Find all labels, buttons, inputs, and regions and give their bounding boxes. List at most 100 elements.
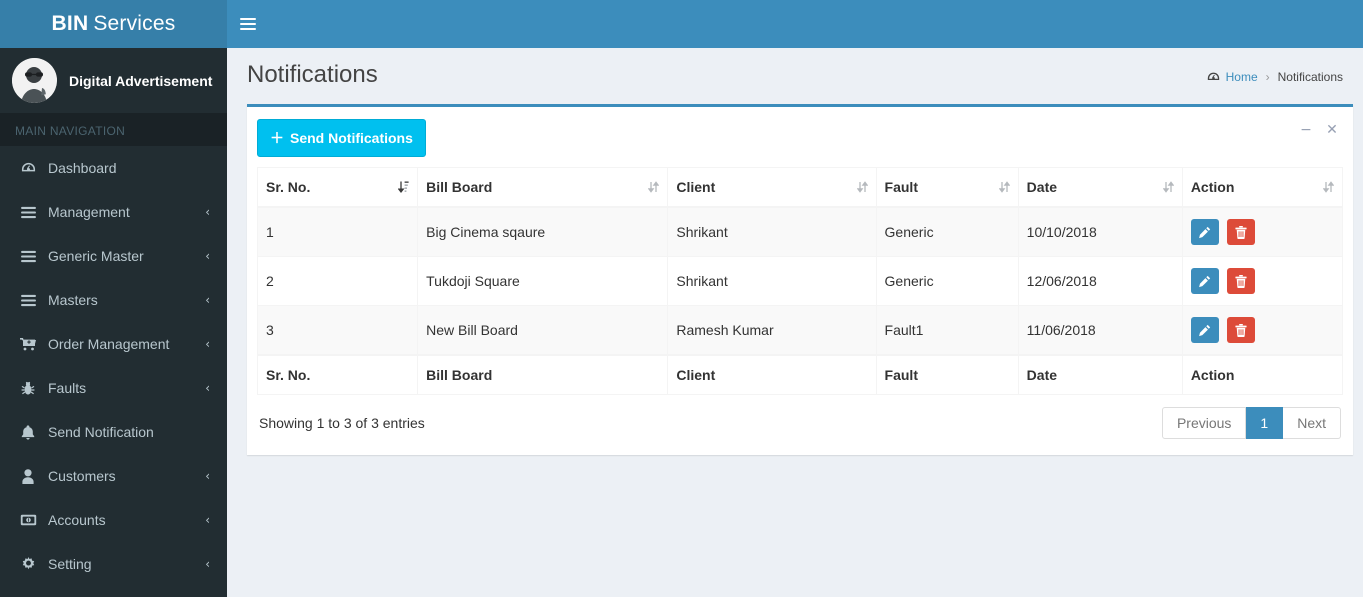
table-footer-row: Sr. No. Bill Board Client Fault Date Act… [256, 354, 1344, 395]
footer-action: Action [1181, 354, 1344, 395]
table-footer-bar: Showing 1 to 3 of 3 entries Previous 1 N… [257, 395, 1343, 443]
edit-icon[interactable] [1190, 219, 1219, 245]
column-header-action[interactable]: Action [1181, 167, 1344, 208]
page-title: Notifications [247, 61, 378, 88]
sidebar-item-setting[interactable]: Setting ‹ [0, 542, 227, 586]
column-label: Fault [884, 179, 918, 195]
hamburger-icon[interactable] [227, 0, 269, 48]
pagination-previous[interactable]: Previous [1161, 407, 1247, 439]
main-area: Notifications Home › Notifications ＋ Sen… [227, 0, 1363, 597]
table-head: Sr. No. Bill Board Client Fault Date Act… [256, 167, 1344, 208]
sidebar-item-dashboard[interactable]: Dashboard [0, 146, 227, 190]
sidebar-item-send-notification[interactable]: Send Notification [0, 410, 227, 454]
sidebar-item-generic-master[interactable]: Generic Master ‹ [0, 234, 227, 278]
sidebar-item-management[interactable]: Management ‹ [0, 190, 227, 234]
user-panel[interactable]: Digital Advertisement [0, 48, 227, 113]
column-header-sr-no[interactable]: Sr. No. [256, 167, 419, 208]
sort-icon [648, 181, 660, 194]
box-body: Sr. No. Bill Board Client Fault Date Act… [247, 167, 1353, 455]
sidebar-item-label: Faults [48, 380, 87, 396]
cell-sr-no: 1 [256, 206, 419, 257]
cell-client: Shrikant [667, 206, 877, 257]
brand-logo[interactable]: BIN Services [0, 0, 227, 48]
table-row: 1 Big Cinema sqaure Shrikant Generic 10/… [256, 206, 1344, 257]
trash-icon[interactable] [1226, 219, 1255, 245]
breadcrumb-current: Notifications [1277, 70, 1343, 84]
box-tools: − ✕ [1293, 117, 1345, 143]
cell-action [1181, 256, 1344, 306]
column-header-client[interactable]: Client [667, 167, 877, 208]
cell-date: 12/06/2018 [1017, 256, 1183, 306]
edit-icon[interactable] [1190, 317, 1219, 343]
pagination-next[interactable]: Next [1283, 407, 1341, 439]
sidebar-item-order-management[interactable]: Order Management ‹ [0, 322, 227, 366]
dashboard-icon [1207, 71, 1220, 84]
minimize-icon[interactable]: − [1293, 117, 1319, 143]
hamburger-glyph [240, 15, 256, 33]
footer-date: Date [1017, 354, 1183, 395]
send-notifications-button[interactable]: ＋ Send Notifications [257, 119, 426, 157]
column-label: Client [676, 179, 716, 195]
sidebar-item-label: Send Notification [48, 424, 154, 440]
footer-bill-board: Bill Board [417, 354, 669, 395]
sidebar-item-faults[interactable]: Faults ‹ [0, 366, 227, 410]
breadcrumb-home-link[interactable]: Home [1226, 70, 1258, 84]
notifications-box: ＋ Send Notifications − ✕ Sr. No. Bill Bo… [247, 104, 1353, 455]
sidebar: BIN Services Digital Advertisement MAIN … [0, 0, 227, 597]
bars-icon [18, 206, 38, 219]
sidebar-section-header: MAIN NAVIGATION [0, 113, 227, 146]
chevron-left-icon: ‹ [205, 249, 210, 263]
dashboard-icon [18, 161, 38, 176]
cell-client: Ramesh Kumar [667, 305, 877, 356]
content-header: Notifications Home › Notifications [227, 48, 1363, 104]
cell-fault: Fault1 [875, 305, 1019, 356]
column-header-bill-board[interactable]: Bill Board [417, 167, 669, 208]
user-name: Digital Advertisement [69, 72, 213, 89]
column-header-date[interactable]: Date [1017, 167, 1183, 208]
bars-icon [18, 294, 38, 307]
sidebar-item-label: Management [48, 204, 130, 220]
sort-icon [998, 181, 1010, 194]
sidebar-item-customers[interactable]: Customers ‹ [0, 454, 227, 498]
user-icon [18, 468, 38, 484]
cell-action [1181, 305, 1344, 356]
column-label: Date [1026, 179, 1058, 195]
gear-icon [18, 556, 38, 572]
cell-sr-no: 3 [256, 305, 419, 356]
cell-bill-board: Tukdoji Square [417, 256, 669, 306]
sidebar-item-label: Order Management [48, 336, 170, 352]
trash-icon[interactable] [1226, 317, 1255, 343]
chevron-left-icon: ‹ [205, 205, 210, 219]
table-foot: Sr. No. Bill Board Client Fault Date Act… [256, 354, 1344, 395]
bell-icon [18, 424, 38, 440]
sidebar-item-masters[interactable]: Masters ‹ [0, 278, 227, 322]
cell-date: 10/10/2018 [1017, 206, 1183, 257]
sidebar-item-label: Masters [48, 292, 98, 308]
cell-bill-board: New Bill Board [417, 305, 669, 356]
table-body: 1 Big Cinema sqaure Shrikant Generic 10/… [256, 206, 1344, 356]
cell-fault: Generic [875, 256, 1019, 306]
chevron-left-icon: ‹ [205, 381, 210, 395]
footer-sr-no: Sr. No. [256, 354, 419, 395]
brand-logo-light: Services [93, 12, 176, 35]
sidebar-item-label: Accounts [48, 512, 106, 528]
footer-fault: Fault [875, 354, 1019, 395]
table-header-row: Sr. No. Bill Board Client Fault Date Act… [256, 167, 1344, 208]
chevron-left-icon: ‹ [205, 337, 210, 351]
content-area: ＋ Send Notifications − ✕ Sr. No. Bill Bo… [227, 104, 1363, 455]
sidebar-item-accounts[interactable]: Accounts ‹ [0, 498, 227, 542]
footer-client: Client [667, 354, 877, 395]
chevron-left-icon: ‹ [205, 513, 210, 527]
edit-icon[interactable] [1190, 268, 1219, 294]
send-notifications-label: Send Notifications [290, 130, 413, 146]
pagination: Previous 1 Next [1161, 407, 1341, 439]
notifications-table: Sr. No. Bill Board Client Fault Date Act… [256, 167, 1344, 395]
trash-icon[interactable] [1226, 268, 1255, 294]
chevron-left-icon: ‹ [205, 469, 210, 483]
sort-asc-icon [398, 181, 409, 194]
close-icon[interactable]: ✕ [1319, 117, 1345, 143]
breadcrumb: Home › Notifications [1207, 70, 1343, 84]
column-header-fault[interactable]: Fault [875, 167, 1019, 208]
sidebar-item-label: Setting [48, 556, 92, 572]
pagination-page-1[interactable]: 1 [1246, 407, 1284, 439]
